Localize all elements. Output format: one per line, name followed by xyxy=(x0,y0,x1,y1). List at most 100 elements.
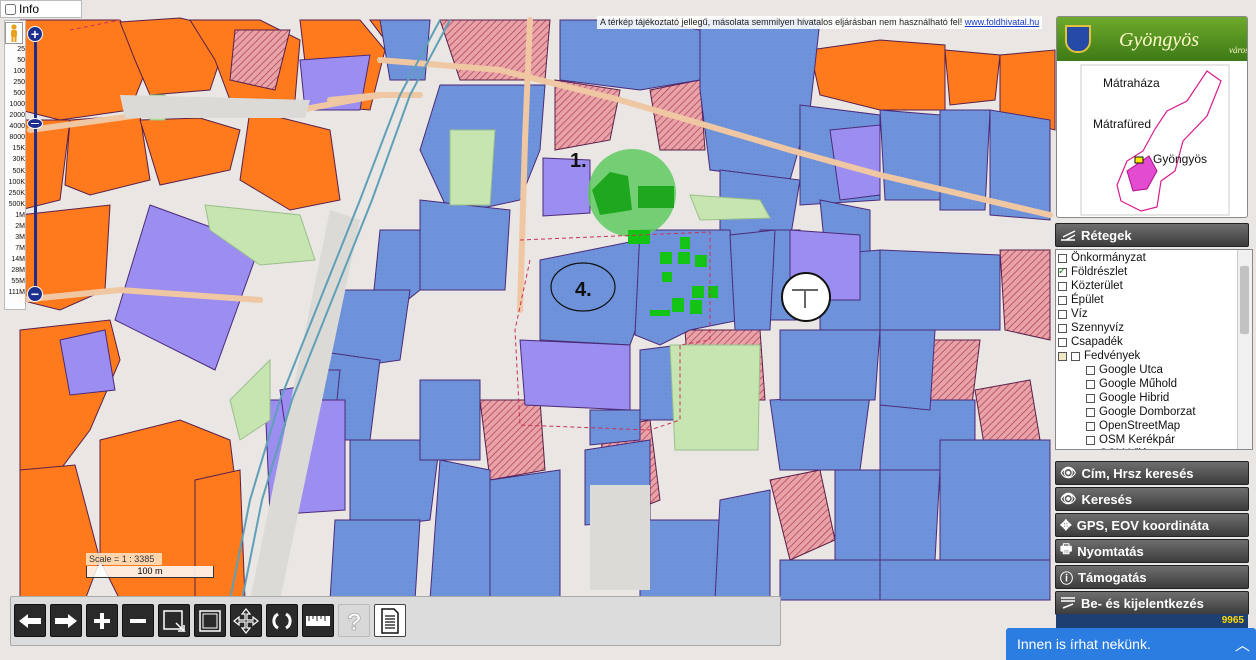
layer-checkbox[interactable] xyxy=(1058,337,1067,347)
streetview-pegman-icon[interactable] xyxy=(5,22,23,44)
login-panel[interactable]: Be- és kijelentkezés xyxy=(1055,591,1249,615)
layer-checkbox[interactable] xyxy=(1058,323,1067,333)
info-checkbox[interactable] xyxy=(5,3,16,15)
support-panel[interactable]: ⓘ Támogatás xyxy=(1055,565,1249,589)
zoom-box-button[interactable] xyxy=(158,604,190,637)
layer-item[interactable]: OSM Kerékpár xyxy=(1058,433,1252,447)
forward-button[interactable] xyxy=(50,604,82,637)
zoom-scale-label[interactable]: 14M xyxy=(4,254,25,265)
layer-checkbox[interactable] xyxy=(1086,393,1095,403)
login-label: Be- és kijelentkezés xyxy=(1081,595,1204,611)
print-panel[interactable]: 🖶 Nyomtatás xyxy=(1055,539,1249,563)
pan-button[interactable] xyxy=(230,604,262,637)
zoom-scale-label[interactable]: 50K xyxy=(4,166,25,177)
zoom-scale-label[interactable]: 111M xyxy=(4,287,25,298)
move-arrows-icon xyxy=(233,607,259,634)
city-crest-icon xyxy=(1065,25,1091,53)
zoom-scale-label[interactable]: 30K xyxy=(4,154,25,165)
chat-text: Innen is írhat nekünk. xyxy=(1017,636,1151,652)
zoom-scale-label[interactable]: 1M xyxy=(4,210,25,221)
layer-item[interactable]: Víz xyxy=(1058,307,1252,321)
zoom-scale-label[interactable]: 25 xyxy=(4,44,25,55)
zoom-scale-label[interactable]: 100 xyxy=(4,66,25,77)
layer-checkbox[interactable] xyxy=(1058,309,1067,319)
zoom-scale-label[interactable]: 7M xyxy=(4,243,25,254)
layer-checkbox[interactable] xyxy=(1086,421,1095,431)
zoom-scale-label[interactable]: 15K xyxy=(4,143,25,154)
layer-checkbox[interactable] xyxy=(1086,435,1095,445)
gps-panel[interactable]: ✥ GPS, EOV koordináta xyxy=(1055,513,1249,537)
layer-item[interactable]: Földrészlet xyxy=(1058,265,1252,279)
layer-item[interactable]: Önkormányzat xyxy=(1058,251,1252,265)
zoom-scale-label[interactable]: 28M xyxy=(4,265,25,276)
layer-checkbox[interactable] xyxy=(1058,253,1067,263)
layer-item[interactable]: Fedvények xyxy=(1058,349,1252,363)
layer-checkbox[interactable] xyxy=(1086,407,1095,417)
layer-item[interactable]: Google Műhold xyxy=(1058,377,1252,391)
zoom-scale-label[interactable]: 8000 xyxy=(4,132,25,143)
zoom-scale-label[interactable]: 500 xyxy=(4,88,25,99)
zoom-scale-label[interactable]: 500K xyxy=(4,199,25,210)
place-label: Mátrafüred xyxy=(1093,117,1152,131)
layer-checkbox[interactable] xyxy=(1071,351,1080,361)
document-button[interactable] xyxy=(374,604,406,637)
chat-widget[interactable]: Innen is írhat nekünk. ︿ xyxy=(1006,628,1256,660)
measure-button[interactable] xyxy=(302,604,334,637)
scale-ratio: Scale = 1 : 3385 xyxy=(86,553,162,565)
place-label: Mátraháza xyxy=(1103,76,1160,90)
arrow-right-icon xyxy=(55,613,77,628)
layer-item[interactable]: Google Hibrid xyxy=(1058,391,1252,405)
zoom-scale-label[interactable]: 1000 xyxy=(4,99,25,110)
address-search-label: Cím, Hrsz keresés xyxy=(1081,465,1194,481)
layer-item[interactable]: Épület xyxy=(1058,293,1252,307)
layer-checkbox[interactable] xyxy=(1086,365,1095,375)
layer-checkbox[interactable] xyxy=(1058,265,1067,279)
full-extent-button[interactable] xyxy=(194,604,226,637)
zoom-in-tool-button[interactable] xyxy=(86,604,118,637)
overview-map[interactable]: Gyöngyös város Mátraháza Mátrafüred Gyön… xyxy=(1056,16,1248,218)
zoom-scale-label[interactable]: 100K xyxy=(4,177,25,188)
zoom-slider-handle[interactable] xyxy=(27,118,43,129)
address-search-panel[interactable]: 👁 Cím, Hrsz keresés xyxy=(1055,461,1249,485)
layer-label: Szennyvíz xyxy=(1071,322,1125,334)
zoom-scale-label[interactable]: 250K xyxy=(4,188,25,199)
zoom-scale-label[interactable]: 2000 xyxy=(4,110,25,121)
layer-checkbox[interactable] xyxy=(1086,379,1095,389)
layer-checkbox[interactable] xyxy=(1058,295,1067,305)
layer-label: Fedvények xyxy=(1084,350,1141,362)
layer-checkbox[interactable] xyxy=(1058,281,1067,291)
back-button[interactable] xyxy=(14,604,46,637)
layer-item[interactable]: OpenStreetMap xyxy=(1058,419,1252,433)
help-button[interactable]: ? xyxy=(338,604,370,637)
layer-item[interactable]: Csapadék xyxy=(1058,335,1252,349)
info-label: Info xyxy=(19,2,40,16)
layer-label: Víz xyxy=(1071,308,1088,320)
layers-panel-header[interactable]: Rétegek xyxy=(1055,223,1249,247)
zoom-slider-track[interactable] xyxy=(34,42,37,288)
zoom-scale-label[interactable]: 3M xyxy=(4,232,25,243)
layer-item[interactable]: Közterület xyxy=(1058,279,1252,293)
layer-label: Önkormányzat xyxy=(1071,252,1146,264)
zoom-in-button[interactable]: + xyxy=(27,26,43,42)
zoom-scale-label[interactable]: 55M xyxy=(4,276,25,287)
layer-group-checkbox[interactable] xyxy=(1058,351,1067,361)
zoom-out-tool-button[interactable] xyxy=(122,604,154,637)
layer-item[interactable]: Szennyvíz xyxy=(1058,321,1252,335)
refresh-button[interactable] xyxy=(266,604,298,637)
zoom-scale-label[interactable]: 4000 xyxy=(4,121,25,132)
layer-label: Csapadék xyxy=(1071,336,1123,348)
white-circle-marker xyxy=(781,272,831,322)
layers-scrollbar[interactable] xyxy=(1237,250,1252,449)
layer-item[interactable]: OSM Világ xyxy=(1058,447,1252,451)
zoom-out-button[interactable]: − xyxy=(27,286,43,302)
zoom-scale-label[interactable]: 250 xyxy=(4,77,25,88)
info-toggle[interactable]: Info xyxy=(0,0,82,18)
city-banner: Gyöngyös város xyxy=(1057,17,1247,61)
layer-item[interactable]: Google Domborzat xyxy=(1058,405,1252,419)
layer-checkbox[interactable] xyxy=(1086,450,1095,451)
search-panel[interactable]: 👁 Keresés xyxy=(1055,487,1249,511)
foldhivatal-link[interactable]: www.foldhivatal.hu xyxy=(965,17,1040,27)
zoom-scale-label[interactable]: 50 xyxy=(4,55,25,66)
layer-item[interactable]: Google Utca xyxy=(1058,363,1252,377)
zoom-scale-label[interactable]: 2M xyxy=(4,221,25,232)
